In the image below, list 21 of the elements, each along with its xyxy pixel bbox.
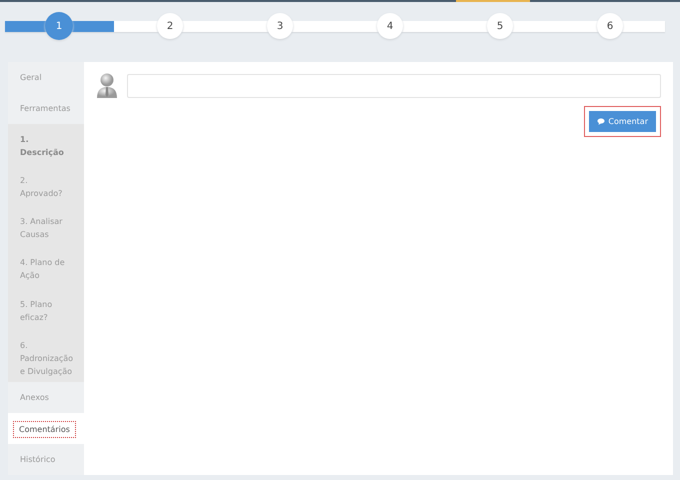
step-button[interactable]: 4 [377, 13, 403, 39]
sidebar-item[interactable]: Comentários [8, 413, 84, 444]
sidebar-item[interactable]: 6. Padronização e Divulgação [8, 330, 84, 382]
step-button[interactable]: 2 [157, 13, 183, 39]
step-button[interactable]: 3 [267, 13, 293, 39]
step-button[interactable]: 6 [597, 13, 623, 39]
step-button[interactable]: 1 [45, 12, 73, 40]
sidebar-item[interactable]: Geral [8, 62, 84, 93]
avatar-icon [96, 73, 118, 99]
sidebar-item[interactable]: Ferramentas [8, 93, 84, 124]
comment-field[interactable] [127, 74, 661, 98]
sidebar-item[interactable]: 4. Plano de Ação [8, 247, 84, 289]
sidebar-item[interactable]: 3. Analisar Causas [8, 206, 84, 248]
speech-bubble-icon [597, 118, 606, 125]
sidebar-item[interactable]: 5. Plano eficaz? [8, 288, 84, 330]
sidebar-item[interactable]: Histórico [8, 444, 84, 476]
sidebar-item[interactable]: 2. Aprovado? [8, 165, 84, 206]
comment-button[interactable]: Comentar [589, 111, 656, 132]
sidebar-item[interactable]: 1. Descrição [8, 124, 84, 166]
step-button[interactable]: 5 [487, 13, 513, 39]
sidebar-item[interactable]: Anexos [8, 382, 84, 414]
